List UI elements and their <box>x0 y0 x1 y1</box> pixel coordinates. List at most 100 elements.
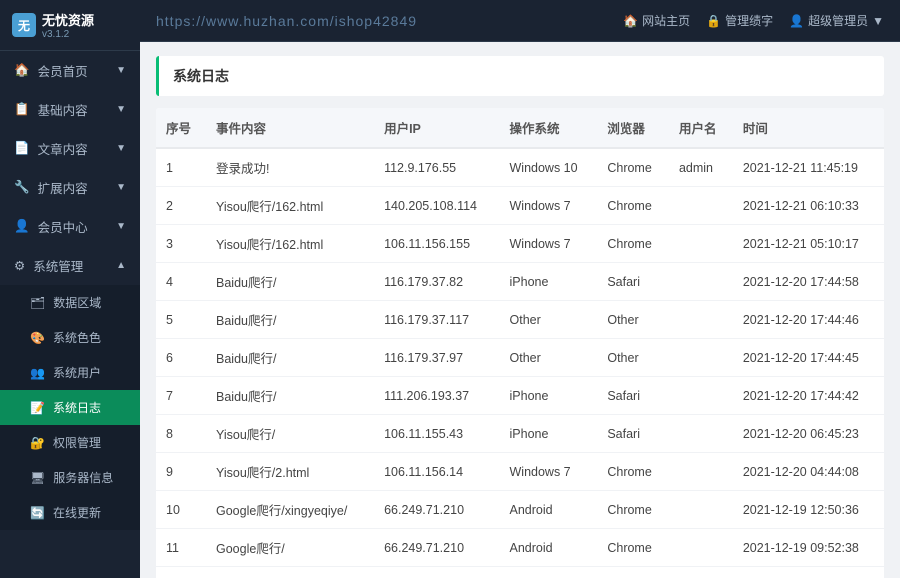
table-row: 6Baidu爬行/116.179.37.97OtherOther2021-12-… <box>156 339 884 377</box>
permission-icon: 🔐 <box>30 436 45 450</box>
cell-2: 106.11.156.155 <box>374 225 499 263</box>
cell-6: 2021-12-19 12:50:36 <box>733 491 884 529</box>
cell-0: 8 <box>156 415 206 453</box>
cell-1: Baidu爬行/ <box>206 301 374 339</box>
user-icon: 👥 <box>30 366 45 380</box>
cell-5 <box>669 377 733 415</box>
manage-icon: 🔒 <box>706 14 721 28</box>
arrow-icon: ▼ <box>116 65 126 76</box>
cell-4: Other <box>597 339 669 377</box>
cell-6: 2021-12-21 05:10:17 <box>733 225 884 263</box>
update-icon: 🔄 <box>30 506 45 520</box>
cell-6: 2021-12-20 17:44:42 <box>733 377 884 415</box>
log-table: 序号 事件内容 用户IP 操作系统 浏览器 用户名 时间 1登录成功!112.9… <box>156 108 884 578</box>
cell-5 <box>669 567 733 578</box>
sidebar-item-system-user[interactable]: 👥 系统用户 <box>0 355 140 390</box>
sidebar-item-server-info[interactable]: 🖥 服务器信息 <box>0 460 140 495</box>
cell-2: 111.206.193.37 <box>374 377 499 415</box>
cell-5 <box>669 301 733 339</box>
col-header-browser: 浏览器 <box>597 108 669 148</box>
cell-1: Yisou爬行/162.html <box>206 225 374 263</box>
cell-2: 112.9.176.55 <box>374 148 499 187</box>
cell-2: 106.11.156.14 <box>374 453 499 491</box>
sidebar-item-data-area[interactable]: 🗂 数据区域 <box>0 285 140 320</box>
sidebar-item-text-content[interactable]: 📄 文章内容 ▼ <box>0 129 140 168</box>
cell-3: iPhone <box>500 263 598 301</box>
cell-4: Chrome <box>597 453 669 491</box>
cell-1: Baidu爬行/ <box>206 339 374 377</box>
sidebar-item-member-center[interactable]: 👤 会员中心 ▼ <box>0 207 140 246</box>
col-header-ip: 用户IP <box>374 108 499 148</box>
sidebar-item-basic-content[interactable]: 📋 基础内容 ▼ <box>0 90 140 129</box>
sidebar-item-online-update[interactable]: 🔄 在线更新 <box>0 495 140 530</box>
cell-6: 2021-12-20 17:44:45 <box>733 339 884 377</box>
cell-5 <box>669 491 733 529</box>
cell-4: Chrome <box>597 225 669 263</box>
table-row: 2Yisou爬行/162.html140.205.108.114Windows … <box>156 187 884 225</box>
cell-3: Android <box>500 529 598 567</box>
content-area: 系统日志 序号 事件内容 用户IP 操作系统 浏览器 用户名 时间 1登录成功!… <box>140 42 900 578</box>
sidebar-item-extend-content[interactable]: 🔧 扩展内容 ▼ <box>0 168 140 207</box>
col-header-time: 时间 <box>733 108 884 148</box>
table-row: 3Yisou爬行/162.html106.11.156.155Windows 7… <box>156 225 884 263</box>
sidebar-item-member-home[interactable]: 🏠 会员首页 ▼ <box>0 51 140 90</box>
cell-4: Chrome <box>597 529 669 567</box>
table-row: 8Yisou爬行/106.11.155.43iPhoneSafari2021-1… <box>156 415 884 453</box>
table-row: 9Yisou爬行/2.html106.11.156.14Windows 7Chr… <box>156 453 884 491</box>
sidebar-item-system-manage[interactable]: ⚙ 系统管理 ▲ <box>0 246 140 285</box>
cell-4: Chrome <box>597 567 669 578</box>
cell-3: Windows 10 <box>500 148 598 187</box>
sidebar-item-permission-manage[interactable]: 🔐 权限管理 <box>0 425 140 460</box>
arrow-icon: ▼ <box>116 182 126 193</box>
user-button[interactable]: 👤 超级管理员 ▼ <box>789 12 884 29</box>
sidebar: 无 无忧资源 v3.1.2 🏠 会员首页 ▼ 📋 基础内容 ▼ 📄 文章内容 ▼… <box>0 0 140 578</box>
home-button[interactable]: 🏠 网站主页 <box>623 12 690 29</box>
cell-4: Chrome <box>597 187 669 225</box>
cell-3: Android <box>500 491 598 529</box>
cell-6: 2021-12-20 17:44:46 <box>733 301 884 339</box>
cell-5 <box>669 453 733 491</box>
cell-0: 11 <box>156 529 206 567</box>
cell-4: Safari <box>597 377 669 415</box>
cell-3: iPhone <box>500 377 598 415</box>
topbar: https://www.huzhan.com/ishop42849 🏠 网站主页… <box>140 0 900 42</box>
cell-0: 3 <box>156 225 206 263</box>
extend-icon: 🔧 <box>14 180 30 195</box>
main-wrapper: https://www.huzhan.com/ishop42849 🏠 网站主页… <box>140 0 900 578</box>
table-row: 4Baidu爬行/116.179.37.82iPhoneSafari2021-1… <box>156 263 884 301</box>
cell-4: Safari <box>597 415 669 453</box>
cell-2: 66.249.71.210 <box>374 529 499 567</box>
table-row: 12Google爬行/480.html66.249.71.212OtherChr… <box>156 567 884 578</box>
cell-0: 12 <box>156 567 206 578</box>
cell-1: Yisou爬行/ <box>206 415 374 453</box>
watermark: https://www.huzhan.com/ishop42849 <box>156 13 417 29</box>
cell-3: Windows 7 <box>500 187 598 225</box>
cell-5 <box>669 415 733 453</box>
system-icon: ⚙ <box>14 258 25 273</box>
cell-4: Other <box>597 301 669 339</box>
arrow-icon: ▼ <box>116 143 126 154</box>
logo-text: 无忧资源 <box>42 10 94 29</box>
cell-5 <box>669 263 733 301</box>
cell-4: Chrome <box>597 491 669 529</box>
cell-1: 登录成功! <box>206 148 374 187</box>
text-icon: 📄 <box>14 141 30 156</box>
dropdown-icon: ▼ <box>872 14 884 28</box>
server-icon: 🖥 <box>30 471 45 485</box>
cell-6: 2021-12-20 06:45:23 <box>733 415 884 453</box>
sidebar-item-system-log[interactable]: 📝 系统日志 <box>0 390 140 425</box>
cell-3: Other <box>500 301 598 339</box>
cell-0: 1 <box>156 148 206 187</box>
cell-0: 10 <box>156 491 206 529</box>
cell-5 <box>669 529 733 567</box>
arrow-icon: ▼ <box>116 104 126 115</box>
sidebar-item-system-color[interactable]: 🎨 系统色色 <box>0 320 140 355</box>
cell-1: Baidu爬行/ <box>206 377 374 415</box>
table-row: 11Google爬行/66.249.71.210AndroidChrome202… <box>156 529 884 567</box>
cell-6: 2021-12-20 04:44:08 <box>733 453 884 491</box>
cell-0: 4 <box>156 263 206 301</box>
manage-button[interactable]: 🔒 管理绩字 <box>706 12 773 29</box>
cell-4: Chrome <box>597 148 669 187</box>
cell-3: iPhone <box>500 415 598 453</box>
home-nav-icon: 🏠 <box>623 14 638 28</box>
